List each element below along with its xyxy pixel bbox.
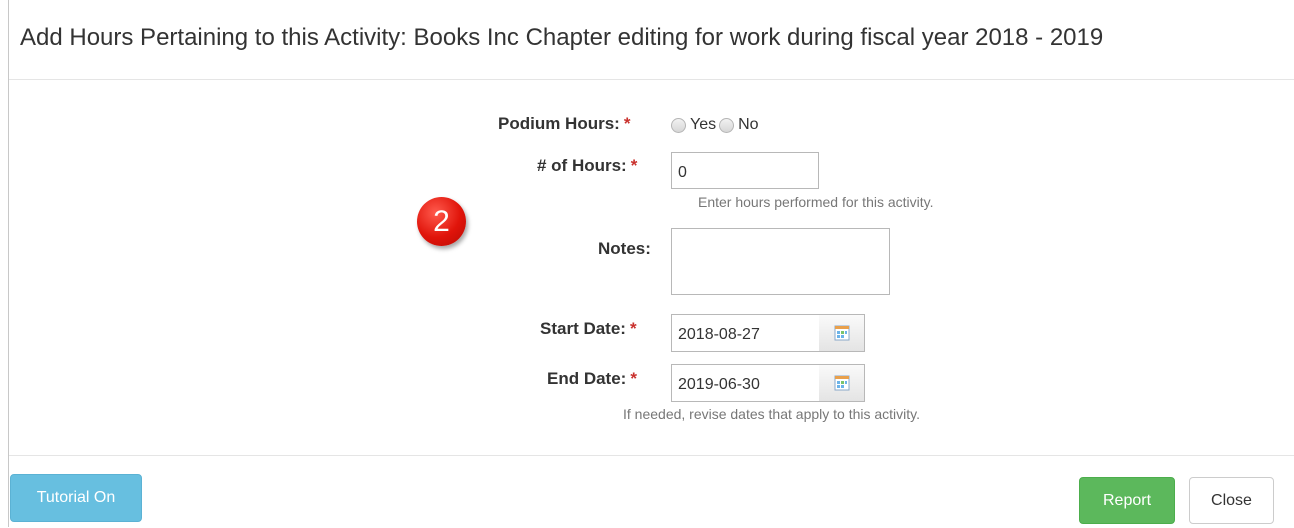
dates-help-text: If needed, revise dates that apply to th…: [623, 406, 921, 422]
podium-hours-label: Podium Hours: *: [498, 114, 631, 133]
hours-label: # of Hours: *: [537, 156, 638, 175]
required-marker: *: [630, 156, 638, 175]
hours-input[interactable]: [671, 152, 819, 189]
close-button[interactable]: Close: [1189, 477, 1274, 524]
dialog-header: Add Hours Pertaining to this Activity: B…: [9, 0, 1294, 80]
add-hours-dialog: Add Hours Pertaining to this Activity: B…: [8, 0, 1294, 527]
required-marker: *: [629, 319, 637, 338]
notes-textarea[interactable]: [671, 228, 890, 295]
tutorial-toggle-button[interactable]: Tutorial On: [10, 474, 142, 522]
start-date-label: Start Date: *: [540, 319, 637, 338]
hours-help-text: Enter hours performed for this activity.: [698, 194, 934, 210]
required-marker: *: [630, 369, 637, 388]
calendar-icon: [834, 325, 849, 341]
end-date-label: End Date: *: [547, 369, 637, 388]
tutorial-step-badge: 2: [417, 197, 466, 246]
report-button[interactable]: Report: [1079, 477, 1175, 524]
podium-no-radio[interactable]: [719, 117, 735, 133]
podium-no-label[interactable]: No: [738, 116, 758, 134]
podium-yes-label[interactable]: Yes: [690, 116, 716, 134]
required-marker: *: [623, 114, 631, 133]
start-date-calendar-button[interactable]: [819, 314, 865, 352]
calendar-icon: [834, 375, 849, 391]
podium-yes-radio[interactable]: [671, 117, 686, 133]
start-date-input[interactable]: [671, 314, 820, 352]
podium-hours-radio-group: Yes No: [671, 115, 762, 135]
end-date-calendar-button[interactable]: [819, 364, 865, 402]
dialog-title: Add Hours Pertaining to this Activity: B…: [20, 24, 1104, 51]
end-date-input[interactable]: [671, 364, 820, 402]
notes-label: Notes:: [598, 239, 651, 258]
